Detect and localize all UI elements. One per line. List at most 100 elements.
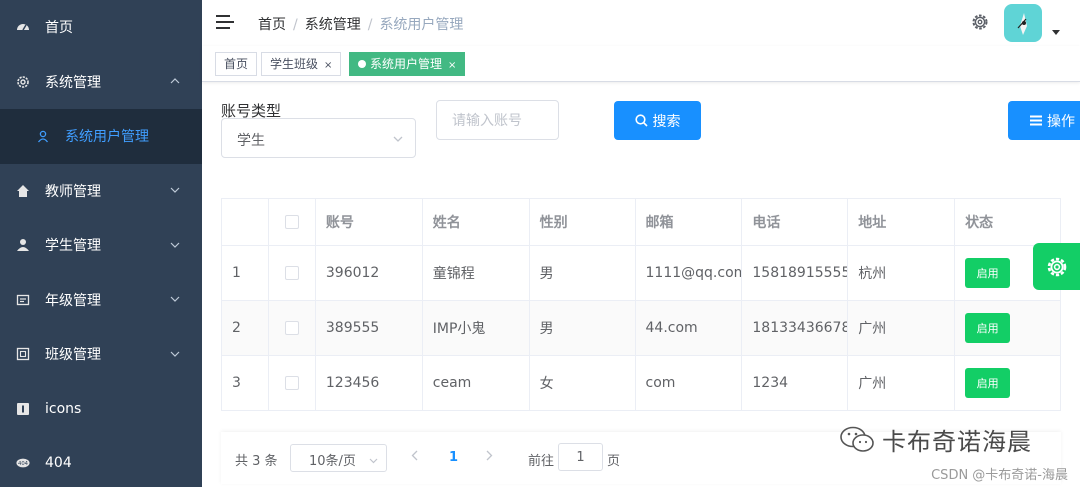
prev-page-icon[interactable] [411,450,418,464]
wechat-icon [840,426,874,452]
sidebar-item-home[interactable]: 首页 [0,0,202,55]
close-icon[interactable]: × [448,60,456,71]
table-row: 1 396012 童锦程 男 1111@qq.com 15818915555 杭… [222,246,1062,301]
pagination-total: 共 3 条 [235,454,278,469]
account-type-select[interactable]: 学生 [221,118,416,158]
caret-down-icon[interactable] [1052,30,1060,35]
active-dot-icon [358,60,366,68]
account-input[interactable] [436,100,559,140]
brand-watermark: 卡布奇诺海晨 [838,420,1032,458]
system-gear-icon [16,75,30,89]
account-type-value: 学生 [237,133,265,149]
column-header: 地址 [848,199,956,245]
cell-gender: 女 [530,356,636,410]
sidebar-item-icons[interactable]: icons [0,382,202,437]
status-enable-button[interactable]: 启用 [965,258,1011,288]
operate-button[interactable]: 操作 [1008,101,1080,140]
sidebar-item-classes[interactable]: 班级管理 [0,327,202,382]
status-enable-button[interactable]: 启用 [965,368,1011,398]
table-row: 3 123456 ceam 女 com 1234 广州 启用 [222,356,1062,411]
chevron-down-icon [170,240,180,251]
chevron-down-icon [170,294,180,305]
row-select-cell [269,356,316,410]
row-index: 1 [222,246,269,300]
breadcrumb-item-system[interactable]: 系统管理 [305,17,361,33]
row-select-cell [269,246,316,300]
home-icon [16,184,30,198]
sidebar-item-404[interactable]: 404 404 [0,436,202,487]
chevron-down-icon [393,132,403,142]
operate-button-label: 操作 [1047,112,1075,129]
status-enable-button[interactable]: 启用 [965,313,1011,343]
class-icon [16,347,30,361]
sidebar-item-label: 年级管理 [45,292,101,309]
cell-gender: 男 [530,301,636,355]
row-select-cell [269,301,316,355]
row-checkbox[interactable] [284,376,299,390]
search-icon [634,114,648,127]
chevron-down-icon [170,185,180,196]
tag-student-class[interactable]: 学生班级 × [261,52,342,76]
sidebar-item-system-users[interactable]: 系统用户管理 [0,109,202,164]
sidebar-item-grades[interactable]: 年级管理 [0,273,202,328]
sidebar-item-label: 404 [45,455,72,472]
row-checkbox[interactable] [284,266,299,280]
floating-settings-button[interactable] [1033,243,1080,290]
icons-icon [16,402,30,416]
sidebar-item-students[interactable]: 学生管理 [0,218,202,273]
sidebar-item-label: icons [45,400,82,417]
cell-account: 396012 [316,246,423,300]
tag-label: 系统用户管理 [370,57,443,71]
page-size-select[interactable]: 10条/页 [290,444,387,472]
hamburger-icon[interactable] [216,14,234,30]
person-icon [16,238,30,252]
cell-phone: 18133436678 [742,301,849,355]
tag-home[interactable]: 首页 [215,52,258,76]
search-button[interactable]: 搜索 [614,101,701,140]
close-icon[interactable]: × [324,60,332,71]
table-header-row: 账号 姓名 性别 邮箱 电话 地址 状态 [222,199,1062,246]
cell-name: ceam [423,356,530,410]
column-header: 账号 [316,199,423,245]
cell-email: com [636,356,743,410]
row-index: 2 [222,301,269,355]
column-header: 电话 [742,199,849,245]
breadcrumb-item-current: 系统用户管理 [379,17,464,33]
chevron-down-icon [170,349,180,360]
select-all-checkbox[interactable] [284,215,299,229]
404-icon: 404 [16,456,30,470]
avatar[interactable] [1004,4,1042,42]
table-row: 2 389555 IMP小鬼 男 44.com 18133436678 广州 启… [222,301,1062,356]
page-size-value: 10条/页 [309,454,356,469]
next-page-icon[interactable] [486,450,493,464]
cell-address: 杭州 [848,246,956,300]
settings-gear-icon[interactable] [970,12,990,32]
breadcrumb: 首页 / 系统管理 / 系统用户管理 [258,14,463,34]
row-index: 3 [222,356,269,410]
column-header: 邮箱 [636,199,743,245]
settings-gear-icon [1045,255,1069,279]
sidebar-item-label: 班级管理 [45,347,101,364]
cell-email: 44.com [636,301,743,355]
menu-lines-icon [1030,115,1042,126]
breadcrumb-item-home[interactable]: 首页 [258,17,286,33]
chevron-up-icon [170,76,180,87]
sidebar-item-label: 系统管理 [45,74,101,91]
page-number-current[interactable]: 1 [449,450,458,465]
navbar: 首页 / 系统管理 / 系统用户管理 [202,0,1080,46]
cell-account: 389555 [316,301,423,355]
column-header: 性别 [530,199,636,245]
cell-phone: 1234 [742,356,849,410]
cell-name: IMP小鬼 [423,301,530,355]
tag-system-users[interactable]: 系统用户管理 × [349,52,466,76]
row-checkbox[interactable] [284,321,299,335]
sidebar-item-label: 系统用户管理 [65,129,149,146]
cell-gender: 男 [530,246,636,300]
goto-page-input[interactable] [558,443,603,471]
breadcrumb-separator: / [293,17,298,33]
sidebar-item-teachers[interactable]: 教师管理 [0,164,202,219]
sidebar-item-system[interactable]: 系统管理 [0,55,202,110]
sidebar: 首页 系统管理 系统用户管理 教师管理 学生管理 年级管理 班级管理 icons… [0,0,202,487]
column-header-index [222,199,269,245]
user-table: 账号 姓名 性别 邮箱 电话 地址 状态 1 396012 童锦程 男 1111… [221,198,1062,411]
